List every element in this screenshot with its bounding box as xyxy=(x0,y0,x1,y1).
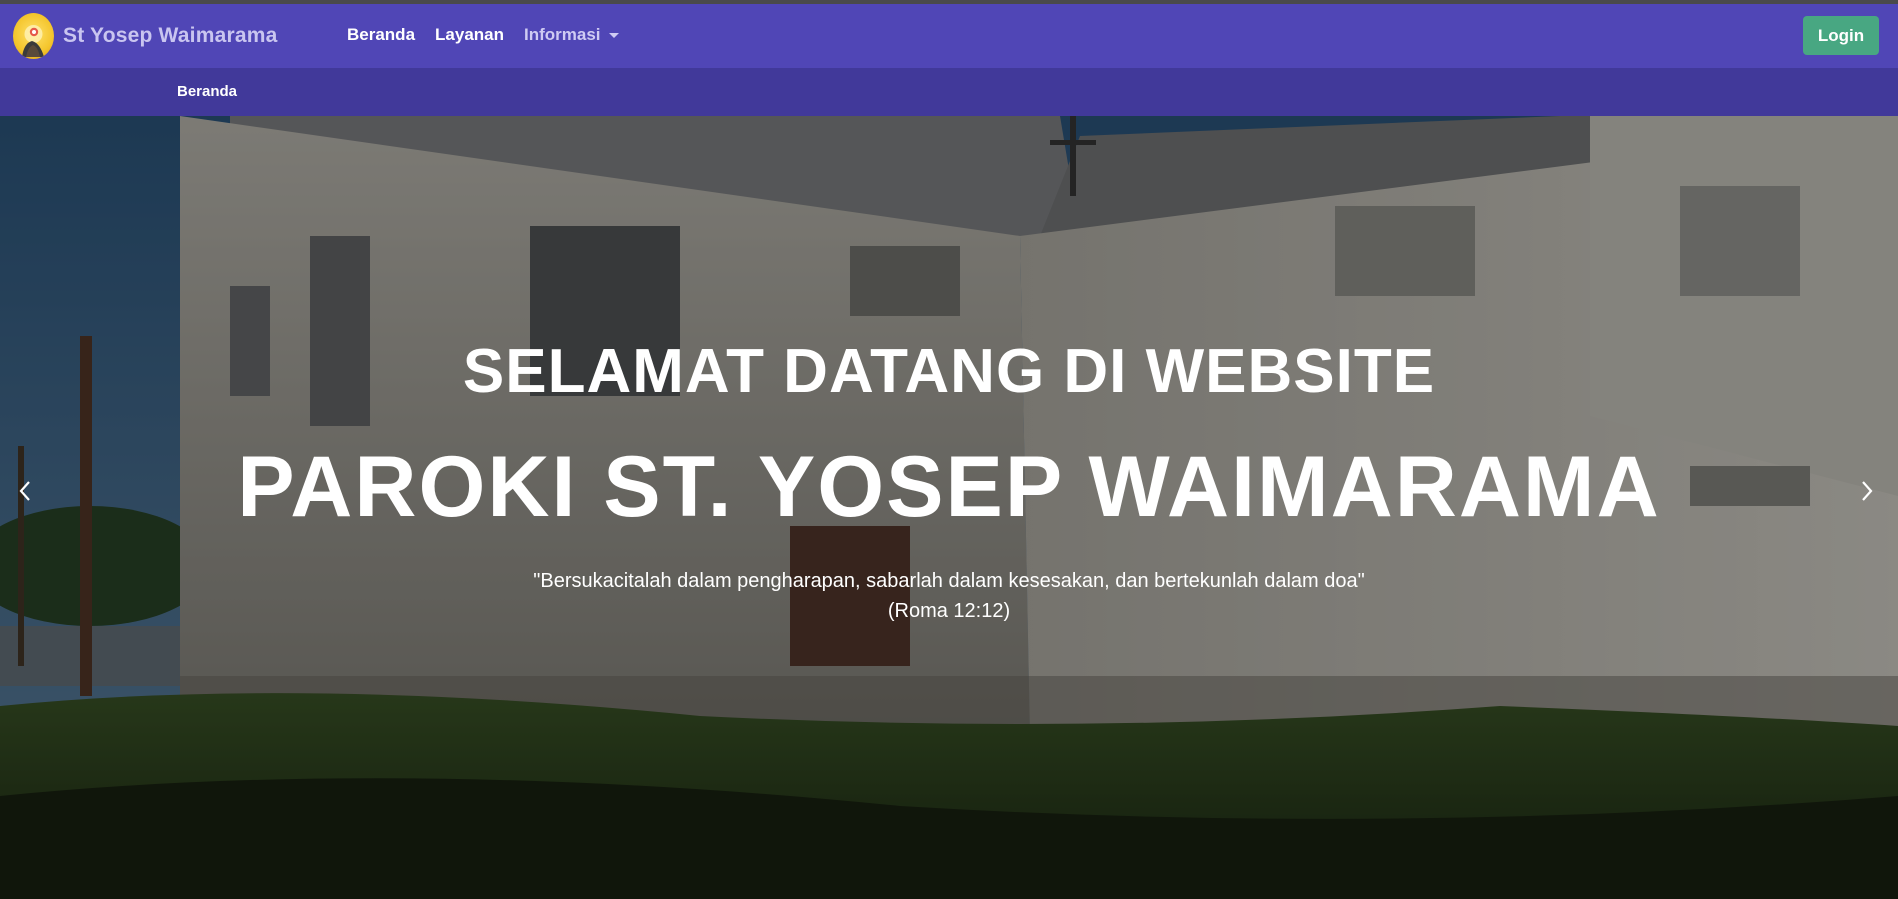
carousel-next-button[interactable] xyxy=(1847,456,1887,526)
carousel-prev-button[interactable] xyxy=(5,456,45,526)
hero-welcome-heading: SELAMAT DATANG DI WEBSITE xyxy=(462,337,1436,406)
login-button[interactable]: Login xyxy=(1803,16,1879,55)
nav-item-layanan[interactable]: Layanan xyxy=(435,25,504,45)
verse-reference: (Roma 12:12) xyxy=(887,600,1011,622)
breadcrumb-current: Beranda xyxy=(177,83,238,100)
brand-name[interactable]: St Yosep Waimarama xyxy=(63,24,277,48)
hero-parish-heading: PAROKI ST. YOSEP WAIMARAMA xyxy=(237,439,1661,535)
chevron-right-icon xyxy=(1862,481,1873,501)
hero-carousel: SELAMAT DATANG DI WEBSITE PAROKI ST. YOS… xyxy=(0,116,1898,899)
caret-down-icon xyxy=(608,33,619,39)
verse-text: "Bersukacitalah dalam pengharapan, sabar… xyxy=(533,570,1365,592)
breadcrumb-bar: Beranda xyxy=(0,68,1898,116)
chevron-left-icon xyxy=(19,481,30,501)
nav-item-informasi[interactable]: Informasi xyxy=(524,25,619,45)
brand[interactable]: St Yosep Waimarama xyxy=(13,13,277,59)
navbar: St Yosep Waimarama Beranda Layanan Infor… xyxy=(0,4,1898,68)
nav-item-beranda[interactable]: Beranda xyxy=(347,25,415,45)
parish-logo xyxy=(13,13,54,59)
nav-item-informasi-label: Informasi xyxy=(524,25,601,44)
hero-verse: "Bersukacitalah dalam pengharapan, sabar… xyxy=(0,566,1898,626)
main-nav: Beranda Layanan Informasi xyxy=(347,25,639,45)
